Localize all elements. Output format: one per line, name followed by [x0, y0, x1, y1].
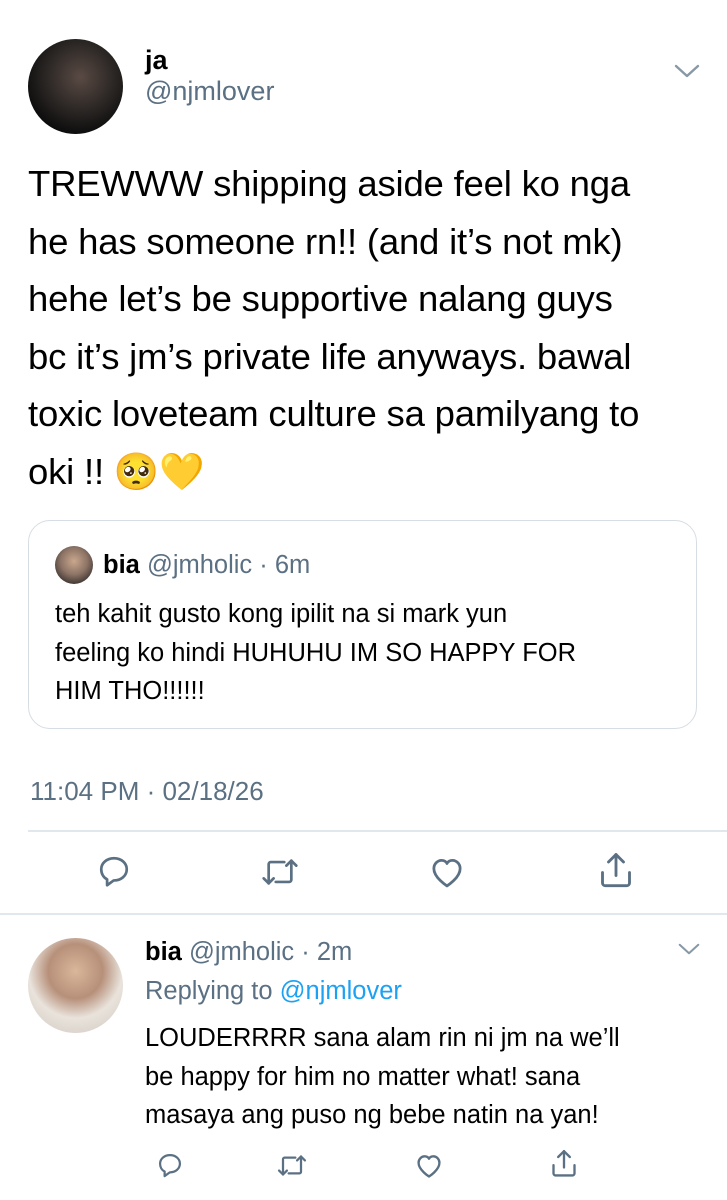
- like-icon[interactable]: [414, 1152, 444, 1179]
- reply-handle-time[interactable]: @jmholic · 2m: [189, 938, 352, 966]
- tweet-text-line: TREWWW shipping aside feel ko nga: [28, 163, 630, 204]
- quoted-handle-time: @jmholic · 6m: [146, 551, 311, 579]
- quoted-avatar: [55, 546, 93, 584]
- replying-to-label: Replying to: [145, 977, 273, 1005]
- share-icon[interactable]: [550, 1148, 578, 1180]
- tweet-text-line: bc it’s jm’s private life anyways. bawal: [28, 335, 632, 377]
- reply-display-name[interactable]: bia: [145, 938, 182, 966]
- reply-text-line: LOUDERRRR sana alam rin ni jm na we’ll: [145, 1024, 620, 1052]
- tweet-text-line: hehe let’s be supportive nalang guys: [28, 278, 613, 319]
- chevron-down-icon[interactable]: [678, 942, 700, 956]
- tweet-timestamp[interactable]: 11:04 PM · 02/18/26: [30, 776, 264, 807]
- display-name[interactable]: ja: [145, 45, 168, 76]
- quoted-display-name: bia: [103, 551, 140, 579]
- share-icon[interactable]: [598, 851, 634, 891]
- reply-avatar[interactable]: [28, 938, 123, 1033]
- reply-icon[interactable]: [156, 1151, 184, 1179]
- chevron-down-icon[interactable]: [674, 63, 700, 79]
- quoted-tweet[interactable]: bia @jmholic · 6m teh kahit gusto kong i…: [28, 520, 697, 729]
- retweet-icon[interactable]: [276, 1152, 308, 1179]
- quoted-text: teh kahit gusto kong ipilit na si mark y…: [55, 595, 685, 711]
- tweet-text-line: toxic loveteam culture sa pamilyang to: [28, 393, 640, 434]
- reply-icon[interactable]: [96, 853, 132, 889]
- tweet-text-line: he has someone rn!! (and it’s not mk): [28, 220, 623, 262]
- replying-to-link[interactable]: @njmlover: [280, 977, 402, 1005]
- reply-text-line: masaya ang puso ng bebe natin na yan!: [145, 1101, 599, 1129]
- divider: [0, 913, 727, 915]
- quoted-text-line: teh kahit gusto kong ipilit na si mark y…: [55, 600, 508, 628]
- reply-text: LOUDERRRR sana alam rin ni jm na we’ll b…: [145, 1019, 715, 1135]
- divider: [28, 830, 727, 832]
- tweet-text: TREWWW shipping aside feel ko nga he has…: [28, 155, 708, 500]
- retweet-icon[interactable]: [260, 855, 300, 889]
- reply-text-line: be happy for him no matter what! sana: [145, 1062, 581, 1091]
- avatar[interactable]: [28, 39, 123, 134]
- quoted-text-line: HIM THO!!!!!!: [55, 677, 205, 705]
- quoted-text-line: feeling ko hindi HUHUHU IM SO HAPPY FOR: [55, 638, 577, 667]
- tweet-text-line: oki !! 🥺💛: [28, 450, 205, 492]
- like-icon[interactable]: [428, 855, 466, 889]
- user-handle[interactable]: @njmlover: [145, 76, 274, 107]
